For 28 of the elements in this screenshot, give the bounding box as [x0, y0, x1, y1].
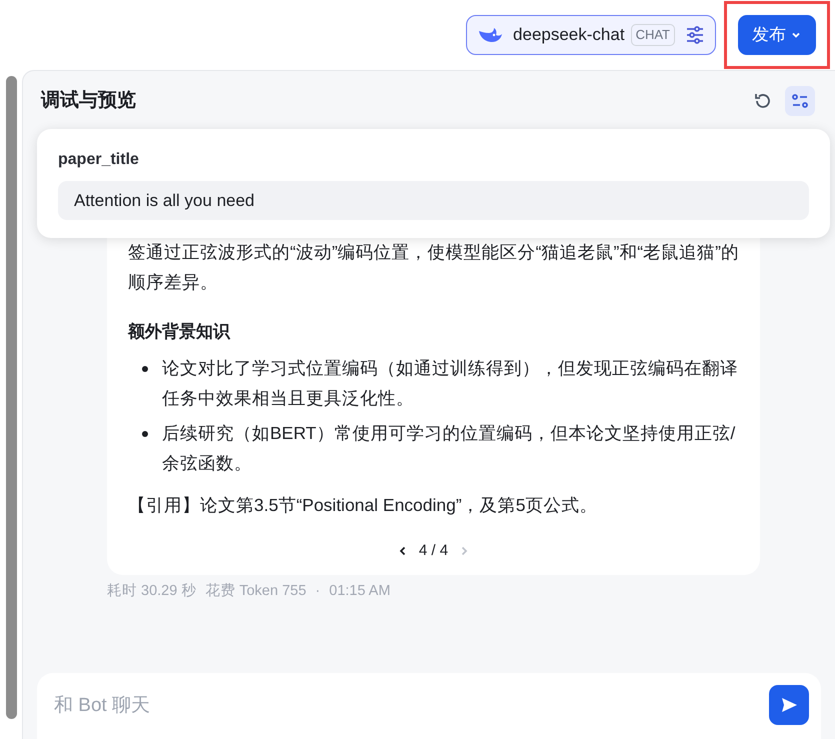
model-selector[interactable]: deepseek-chat CHAT [466, 15, 716, 55]
sliders-icon[interactable] [685, 25, 705, 45]
message-paragraph: 【引用】论文第3.5节“Positional Encoding”，及第5页公式。 [128, 494, 598, 517]
scrollbar[interactable] [6, 76, 16, 719]
send-icon [779, 695, 799, 715]
whale-icon [477, 25, 504, 45]
section-heading: 额外背景知识 [128, 321, 232, 343]
bullet-icon [142, 431, 148, 437]
title-field[interactable]: Attention is all you need [58, 181, 809, 220]
refresh-icon[interactable] [753, 91, 773, 111]
bullet-text: 后续研究（如BERT）常使用可学习的位置编码，但本论文坚持使用正弦/余弦函数。 [162, 422, 736, 475]
bullet-text: 论文对比了学习式位置编码（如通过训练得到），但发现正弦编码在翻译任务中效果相当且更具泛化性。 [162, 357, 739, 410]
message-paragraph: 签通过正弦波形式的“波动”编码位置，使模型能区分“猫追老鼠”和“老鼠追猫”的顺序差异。 [128, 241, 739, 294]
message-meta: · [315, 582, 320, 600]
send-button[interactable] [769, 685, 809, 725]
model-tag: CHAT [630, 24, 675, 46]
publish-button[interactable]: 发布 [738, 15, 816, 55]
model-name: deepseek-chat [513, 24, 625, 46]
message-meta: 01:15 AM [329, 582, 390, 600]
message-meta: 耗时 30.29 秒 [107, 582, 196, 600]
message-meta: 花费 Token 755 [205, 582, 306, 600]
bullet-icon [142, 366, 148, 372]
panel-title: 调试与预览 [41, 88, 136, 113]
toggles-icon [791, 92, 809, 110]
field-label: paper_title [58, 150, 140, 170]
page-indicator: 4 / 4 [418, 541, 448, 561]
chat-input[interactable]: 和 Bot 聊天 [37, 673, 821, 739]
variables-button[interactable] [785, 86, 815, 116]
